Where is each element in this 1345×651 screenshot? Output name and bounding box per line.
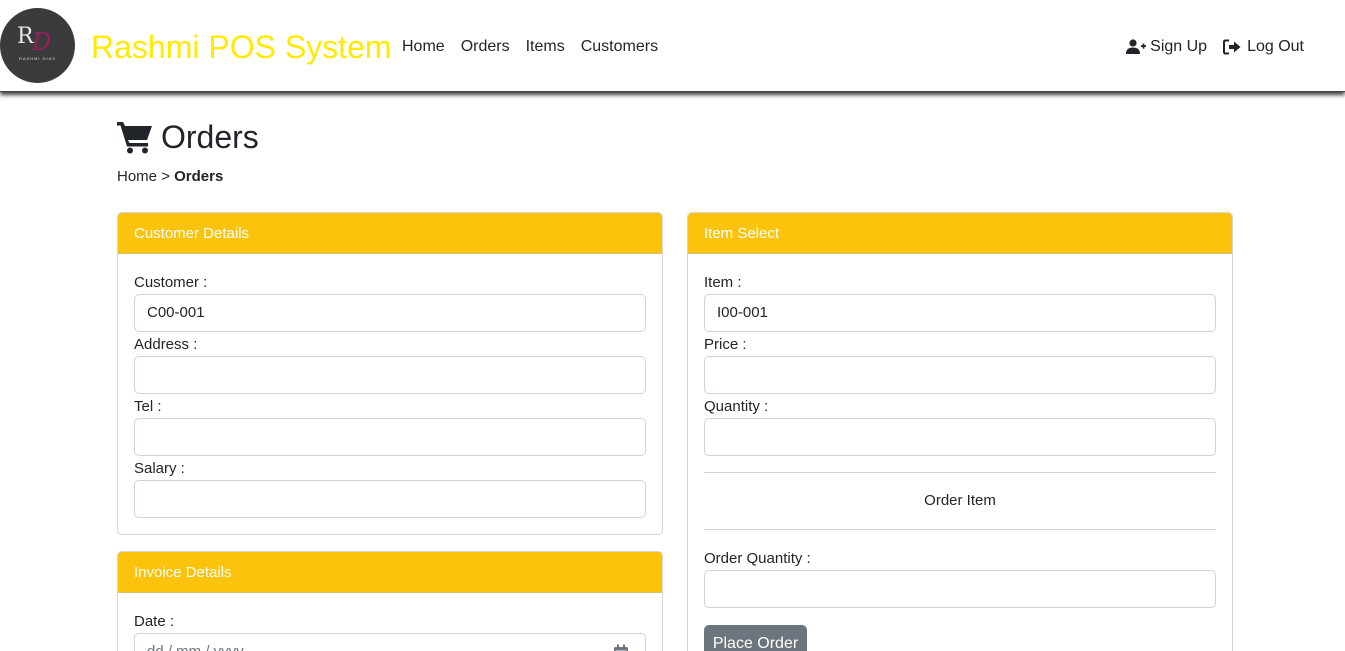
breadcrumb: Home > Orders	[117, 167, 223, 187]
shopping-cart-icon	[117, 122, 152, 154]
invoice-details-header: Invoice Details	[118, 552, 662, 593]
item-label: Item :	[704, 274, 742, 291]
price-label: Price :	[704, 336, 747, 353]
sign-up-label: Sign Up	[1150, 38, 1208, 55]
section-divider-bottom	[704, 529, 1216, 530]
customer-label: Customer :	[134, 274, 208, 291]
user-plus-icon	[1126, 39, 1147, 54]
invoice-details-card: Invoice Details Date : dd / mm / yyyy	[117, 551, 663, 651]
item-select[interactable]: I00-001	[704, 294, 1216, 332]
date-field[interactable]: dd / mm / yyyy	[134, 633, 646, 651]
nav-link-customers[interactable]: Customers	[581, 36, 658, 58]
navbar: R D RASHMI DIAS Rashmi POS System Home O…	[0, 0, 1345, 92]
section-divider-top	[704, 472, 1216, 473]
order-item-title: Order Item	[924, 492, 996, 509]
sign-up-link[interactable]: Sign Up	[1126, 36, 1207, 58]
date-placeholder: dd / mm / yyyy	[147, 643, 244, 651]
page-title: Orders	[117, 117, 259, 157]
nav-account: Sign Up Log Out	[1126, 36, 1304, 58]
price-field[interactable]	[704, 356, 1216, 394]
page-heading: Orders	[161, 119, 259, 155]
place-order-button[interactable]: Place Order	[704, 625, 807, 651]
customer-details-header: Customer Details	[118, 213, 662, 254]
customer-details-card: Customer Details Customer : C00-001 Addr…	[117, 212, 663, 535]
address-label: Address :	[134, 336, 198, 353]
item-select-card: Item Select Item : I00-001 Price : Quant…	[687, 212, 1233, 651]
address-field[interactable]	[134, 356, 646, 394]
date-label: Date :	[134, 613, 175, 630]
nav-link-home[interactable]: Home	[402, 36, 445, 58]
nav-links: Home Orders Items Customers	[402, 36, 658, 58]
quantity-field[interactable]	[704, 418, 1216, 456]
salary-label: Salary :	[134, 460, 185, 477]
log-out-link[interactable]: Log Out	[1223, 36, 1304, 58]
brand-title[interactable]: Rashmi POS System	[91, 28, 392, 66]
log-out-label: Log Out	[1247, 38, 1304, 55]
order-quantity-label: Order Quantity :	[704, 550, 811, 567]
tel-field[interactable]	[134, 418, 646, 456]
customer-select[interactable]: C00-001	[134, 294, 646, 332]
order-quantity-field[interactable]	[704, 570, 1216, 608]
breadcrumb-home[interactable]: Home	[117, 168, 157, 185]
brand-logo[interactable]: R D RASHMI DIAS	[0, 8, 75, 83]
logo-subtitle: RASHMI DIAS	[18, 56, 56, 61]
calendar-icon[interactable]	[613, 644, 629, 651]
item-select-header: Item Select	[688, 213, 1232, 254]
quantity-label: Quantity :	[704, 398, 769, 415]
logo-monogram-d: D	[32, 28, 52, 56]
nav-link-items[interactable]: Items	[526, 36, 565, 58]
breadcrumb-current: Orders	[174, 168, 224, 185]
sign-out-icon	[1223, 39, 1241, 55]
nav-link-orders[interactable]: Orders	[461, 36, 510, 58]
breadcrumb-separator: >	[161, 168, 170, 185]
salary-field[interactable]	[134, 480, 646, 518]
tel-label: Tel :	[134, 398, 162, 415]
